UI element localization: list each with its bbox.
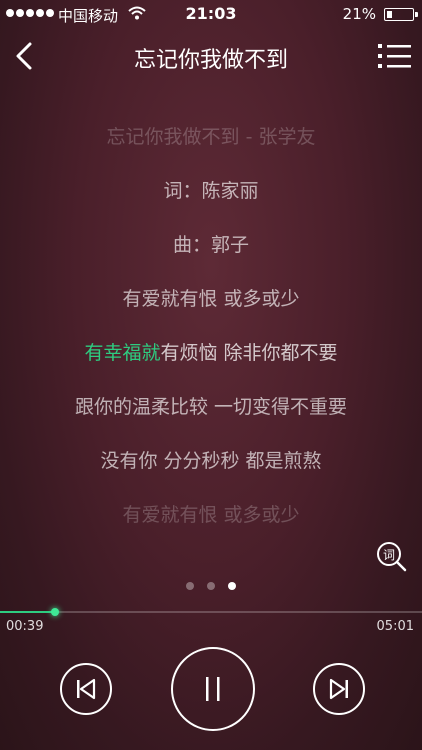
nav-bar: 忘记你我做不到 (0, 30, 422, 82)
progress-knob[interactable] (50, 608, 59, 616)
page-dot[interactable] (207, 582, 215, 590)
next-track-button[interactable] (313, 663, 365, 715)
lyric-line: 词：陈家丽 (163, 180, 259, 202)
lyric-sung-part: 有幸福就 (84, 342, 161, 364)
lyric-line: 没有你 分分秒秒 都是煎熬 (100, 450, 322, 472)
lyric-line: 曲：郭子 (172, 234, 249, 256)
lyric-unsung-part: 有烦恼 除非你都不要 (160, 342, 338, 364)
battery-percent: 21% (342, 5, 376, 23)
battery-icon (384, 8, 418, 21)
lyrics-search-button[interactable]: 词 (376, 541, 408, 573)
page-dot-active[interactable] (228, 582, 236, 590)
progress-slider[interactable] (0, 608, 422, 616)
lyric-line: 跟你的温柔比较 一切变得不重要 (74, 396, 348, 418)
lyric-line: 有爱就有恨 或多或少 (122, 288, 300, 310)
page-indicator (0, 582, 422, 590)
elapsed-time: 00:39 (6, 619, 44, 634)
page-dot[interactable] (186, 582, 194, 590)
status-bar: 中国移动 21:03 21% (0, 0, 422, 28)
lyrics-search-icon-glyph: 词 (383, 548, 395, 562)
previous-track-button[interactable] (60, 663, 112, 715)
lyric-line: 有爱就有恨 或多或少 (122, 504, 300, 526)
skip-previous-icon (77, 678, 96, 700)
play-pause-button[interactable] (171, 647, 255, 731)
total-time: 05:01 (376, 619, 414, 634)
list-icon (378, 44, 411, 68)
current-lyric-line: 有幸福就有烦恼 除非你都不要 (0, 326, 422, 380)
lyrics-search-icon: 词 (377, 542, 407, 572)
progress-fill (0, 611, 55, 613)
lyrics-panel[interactable]: 忘记你我做不到 - 张学友 词：陈家丽 曲：郭子 有爱就有恨 或多或少 有幸福就… (0, 110, 422, 542)
lyric-line: 忘记你我做不到 - 张学友 (106, 126, 316, 148)
song-title: 忘记你我做不到 (133, 48, 288, 73)
skip-next-icon (329, 678, 348, 700)
playlist-button[interactable] (378, 42, 412, 70)
pause-icon (206, 677, 220, 701)
